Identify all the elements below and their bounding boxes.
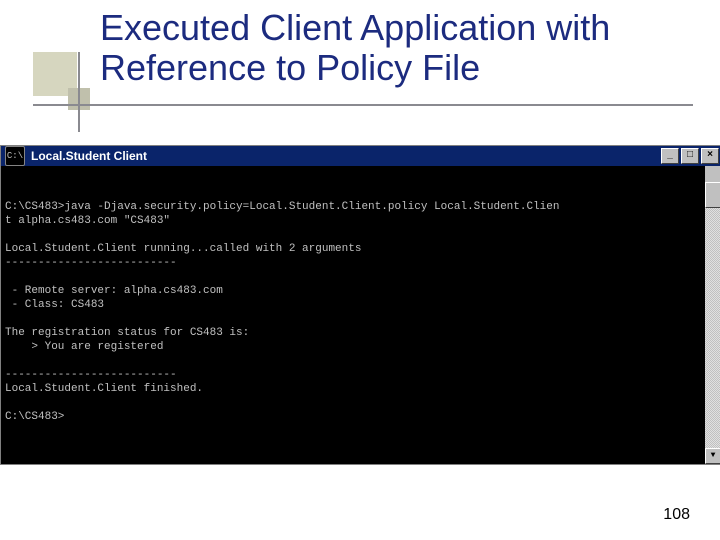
vertical-scrollbar[interactable]: ▲ ▼ [705, 166, 720, 464]
scroll-track[interactable] [705, 182, 720, 448]
close-button[interactable]: × [701, 148, 719, 164]
scroll-thumb[interactable] [705, 182, 720, 208]
page-number: 108 [663, 506, 690, 524]
slide: Executed Client Application with Referen… [0, 0, 720, 540]
minimize-button[interactable]: _ [661, 148, 679, 164]
window-title: Local.Student Client [29, 149, 147, 163]
scroll-down-button[interactable]: ▼ [705, 448, 720, 464]
console-text: C:\CS483>java -Djava.security.policy=Loc… [5, 200, 717, 424]
maximize-button[interactable]: □ [681, 148, 699, 164]
console-window: C:\ Local.Student Client _ □ × C:\CS483>… [0, 145, 720, 465]
cmd-icon: C:\ [7, 151, 23, 161]
console-output[interactable]: C:\CS483>java -Djava.security.policy=Loc… [1, 166, 720, 464]
slide-title: Executed Client Application with Referen… [100, 8, 660, 89]
titlebar[interactable]: C:\ Local.Student Client _ □ × [1, 146, 720, 166]
deco-line-vertical [78, 52, 80, 132]
system-menu-icon[interactable]: C:\ [5, 146, 25, 166]
deco-line-horizontal [33, 104, 693, 106]
